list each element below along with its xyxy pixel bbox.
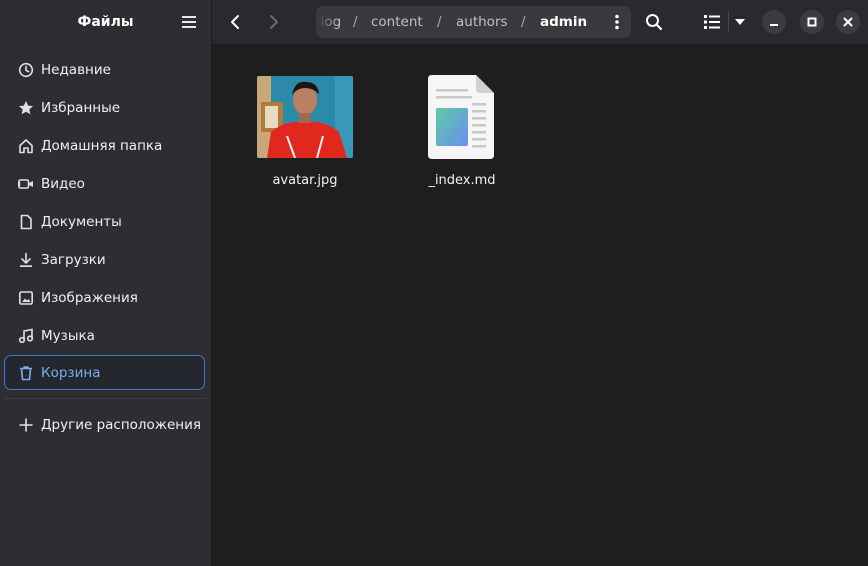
file-name: _index.md [428, 173, 496, 188]
download-icon [17, 251, 34, 268]
sidebar-item-recent[interactable]: Недавние [4, 52, 205, 87]
sidebar-item-label: Другие расположения [41, 416, 201, 433]
sidebar-item-pictures[interactable]: Изображения [4, 280, 205, 315]
search-icon [646, 14, 663, 31]
maximize-button[interactable] [800, 10, 824, 34]
sidebar-item-other-locations[interactable]: Другие расположения [4, 407, 205, 442]
file-item-avatar[interactable]: avatar.jpg [245, 72, 365, 192]
sidebar-item-trash[interactable]: Корзина [4, 355, 205, 390]
image-thumbnail [257, 76, 353, 158]
minimize-icon [770, 24, 778, 26]
sidebar-separator [4, 398, 207, 399]
sidebar-item-documents[interactable]: Документы [4, 204, 205, 239]
path-separator: / [353, 14, 358, 30]
sidebar-item-downloads[interactable]: Загрузки [4, 242, 205, 277]
path-fade [316, 6, 338, 38]
text-file-icon [428, 75, 494, 159]
search-button[interactable] [639, 8, 669, 36]
close-icon [843, 17, 853, 27]
sidebar-header: Файлы [0, 0, 211, 44]
sidebar: Файлы Недавние Избранные Домашняя папка [0, 0, 212, 566]
clock-icon [17, 61, 34, 78]
minimize-button[interactable] [762, 10, 786, 34]
photo-thumbnail-icon [257, 76, 353, 158]
maximize-icon [807, 17, 817, 27]
file-name: avatar.jpg [272, 173, 338, 188]
path-segment[interactable]: content [371, 6, 423, 38]
chevron-down-icon [735, 19, 745, 25]
trash-icon [17, 364, 34, 381]
sidebar-item-label: Корзина [41, 364, 101, 381]
view-mode-button[interactable] [697, 8, 727, 36]
plus-icon [17, 416, 34, 433]
file-view: avatar.jpg _index.md [212, 44, 868, 566]
document-icon [17, 213, 34, 230]
sidebar-item-label: Изображения [41, 289, 138, 306]
path-separator: / [437, 14, 442, 30]
file-item-index[interactable]: _index.md [383, 72, 541, 192]
sidebar-item-videos[interactable]: Видео [4, 166, 205, 201]
view-options-button[interactable] [729, 8, 751, 36]
main-menu-button[interactable] [174, 8, 204, 36]
sidebar-item-label: Музыка [41, 327, 95, 344]
forward-button[interactable] [259, 8, 289, 36]
path-segment[interactable]: authors [456, 6, 508, 38]
star-icon [17, 99, 34, 116]
back-button[interactable] [220, 8, 250, 36]
path-separator: / [521, 14, 526, 30]
music-icon [17, 327, 34, 344]
sidebar-item-label: Избранные [41, 99, 121, 116]
close-button[interactable] [836, 10, 860, 34]
header-bar: blog / content / authors / admin [212, 0, 868, 44]
sidebar-item-music[interactable]: Музыка [4, 318, 205, 353]
chevron-right-icon [270, 15, 278, 29]
chevron-left-icon [231, 15, 239, 29]
list-view-icon [704, 15, 720, 29]
sidebar-item-starred[interactable]: Избранные [4, 90, 205, 125]
path-bar: blog / content / authors / admin [316, 6, 631, 38]
image-icon [17, 289, 34, 306]
path-segment-current[interactable]: admin [540, 6, 587, 38]
home-icon [17, 137, 34, 154]
sidebar-item-label: Недавние [41, 61, 111, 78]
sidebar-item-label: Документы [41, 213, 122, 230]
vertical-dots-icon [615, 14, 619, 30]
sidebar-item-label: Домашняя папка [41, 137, 163, 154]
sidebar-item-label: Видео [41, 175, 85, 192]
hamburger-menu-icon [182, 16, 196, 28]
sidebar-item-home[interactable]: Домашняя папка [4, 128, 205, 163]
path-menu-button[interactable] [604, 6, 630, 38]
video-icon [17, 175, 34, 192]
sidebar-item-label: Загрузки [41, 251, 106, 268]
